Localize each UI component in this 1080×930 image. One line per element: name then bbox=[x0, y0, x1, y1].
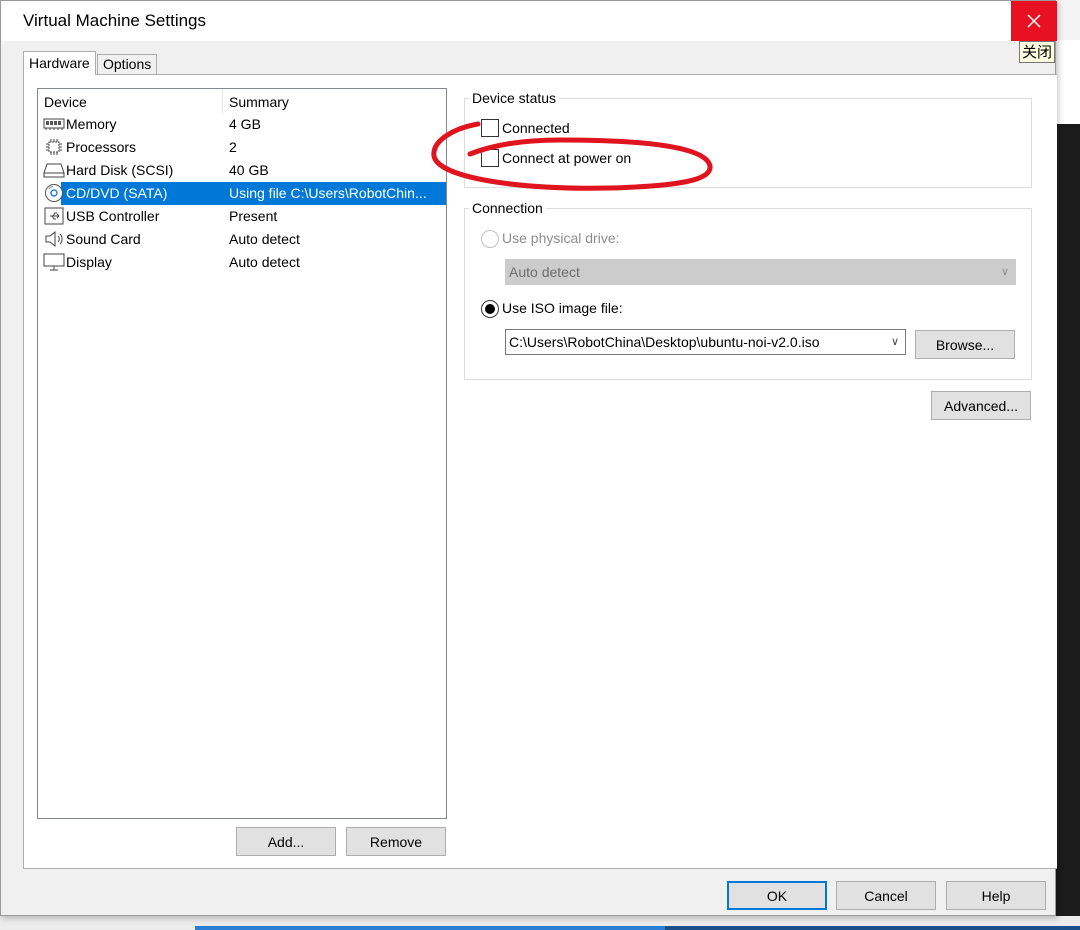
device-name: Memory bbox=[66, 116, 117, 132]
taskbar-strip bbox=[195, 926, 665, 930]
speaker-icon bbox=[43, 230, 65, 248]
device-name: Hard Disk (SCSI) bbox=[66, 162, 174, 178]
iso-path-value: C:\Users\RobotChina\Desktop\ubuntu-noi-v… bbox=[509, 334, 820, 350]
use-physical-drive-radio[interactable] bbox=[481, 230, 499, 248]
connection-legend: Connection bbox=[469, 200, 546, 216]
use-physical-drive-label[interactable]: Use physical drive: bbox=[502, 230, 620, 246]
device-name: USB Controller bbox=[66, 208, 160, 224]
device-list[interactable]: Device Summary Memory 4 GB Processors 2 … bbox=[37, 88, 447, 819]
device-summary: Using file C:\Users\RobotChin... bbox=[229, 185, 427, 201]
add-button[interactable]: Add... bbox=[236, 827, 336, 856]
tab-hardware[interactable]: Hardware bbox=[23, 51, 96, 75]
use-iso-image-label[interactable]: Use ISO image file: bbox=[502, 300, 623, 316]
iso-path-combobox[interactable]: C:\Users\RobotChina\Desktop\ubuntu-noi-v… bbox=[505, 329, 906, 355]
device-row-memory[interactable]: Memory 4 GB bbox=[39, 113, 445, 136]
window-title: Virtual Machine Settings bbox=[23, 11, 207, 30]
remove-button[interactable]: Remove bbox=[346, 827, 446, 856]
device-row-cd-dvd[interactable]: CD/DVD (SATA) Using file C:\Users\RobotC… bbox=[39, 182, 446, 205]
use-iso-image-radio[interactable] bbox=[481, 300, 499, 318]
virtual-machine-settings-dialog: Virtual Machine Settings Hardware Option… bbox=[0, 0, 1057, 916]
device-row-display[interactable]: Display Auto detect bbox=[39, 251, 445, 274]
device-summary: Auto detect bbox=[229, 231, 300, 247]
column-header-device[interactable]: Device bbox=[44, 94, 87, 110]
cancel-button[interactable]: Cancel bbox=[836, 881, 936, 910]
background-console bbox=[1056, 124, 1080, 930]
close-icon bbox=[1027, 14, 1041, 28]
advanced-button[interactable]: Advanced... bbox=[931, 391, 1031, 420]
device-row-sound-card[interactable]: Sound Card Auto detect bbox=[39, 228, 445, 251]
physical-drive-value: Auto detect bbox=[509, 264, 580, 280]
device-summary: Auto detect bbox=[229, 254, 300, 270]
device-row-hard-disk[interactable]: Hard Disk (SCSI) 40 GB bbox=[39, 159, 445, 182]
connected-label[interactable]: Connected bbox=[502, 120, 570, 136]
device-row-processors[interactable]: Processors 2 bbox=[39, 136, 445, 159]
browse-button[interactable]: Browse... bbox=[915, 330, 1015, 359]
help-button[interactable]: Help bbox=[946, 881, 1046, 910]
processor-icon bbox=[43, 138, 65, 156]
device-row-usb-controller[interactable]: USB Controller Present bbox=[39, 205, 445, 228]
list-header: Device Summary bbox=[38, 89, 446, 113]
device-summary: 4 GB bbox=[229, 116, 261, 132]
tab-options[interactable]: Options bbox=[97, 54, 158, 75]
display-icon bbox=[43, 253, 65, 271]
device-name: Processors bbox=[66, 139, 137, 155]
device-status-group bbox=[464, 98, 1032, 188]
device-name: CD/DVD (SATA) bbox=[66, 185, 168, 201]
memory-icon bbox=[43, 115, 65, 133]
title-bar[interactable]: Virtual Machine Settings bbox=[1, 1, 1055, 41]
device-status-legend: Device status bbox=[469, 90, 560, 106]
connect-at-power-on-checkbox[interactable] bbox=[481, 149, 499, 167]
device-name: Display bbox=[66, 254, 112, 270]
device-summary: Present bbox=[229, 208, 278, 224]
ok-button[interactable]: OK bbox=[727, 881, 827, 910]
physical-drive-select[interactable]: Auto detect ∨ bbox=[505, 259, 1016, 285]
device-name: Sound Card bbox=[66, 231, 141, 247]
column-header-summary[interactable]: Summary bbox=[229, 94, 289, 110]
chevron-down-icon: ∨ bbox=[1000, 266, 1009, 278]
cd-dvd-icon bbox=[43, 184, 65, 202]
device-summary: 2 bbox=[229, 139, 237, 155]
usb-icon bbox=[43, 207, 65, 225]
chevron-down-icon[interactable]: ∨ bbox=[891, 330, 899, 354]
column-separator[interactable] bbox=[222, 89, 223, 113]
connected-checkbox[interactable] bbox=[481, 119, 499, 137]
hard-disk-icon bbox=[43, 161, 65, 179]
close-tooltip: 关闭 bbox=[1019, 41, 1056, 63]
taskbar-strip-dark bbox=[665, 926, 1080, 930]
close-button[interactable] bbox=[1011, 1, 1057, 41]
device-summary: 40 GB bbox=[229, 162, 269, 178]
connect-at-power-on-label[interactable]: Connect at power on bbox=[502, 150, 631, 166]
